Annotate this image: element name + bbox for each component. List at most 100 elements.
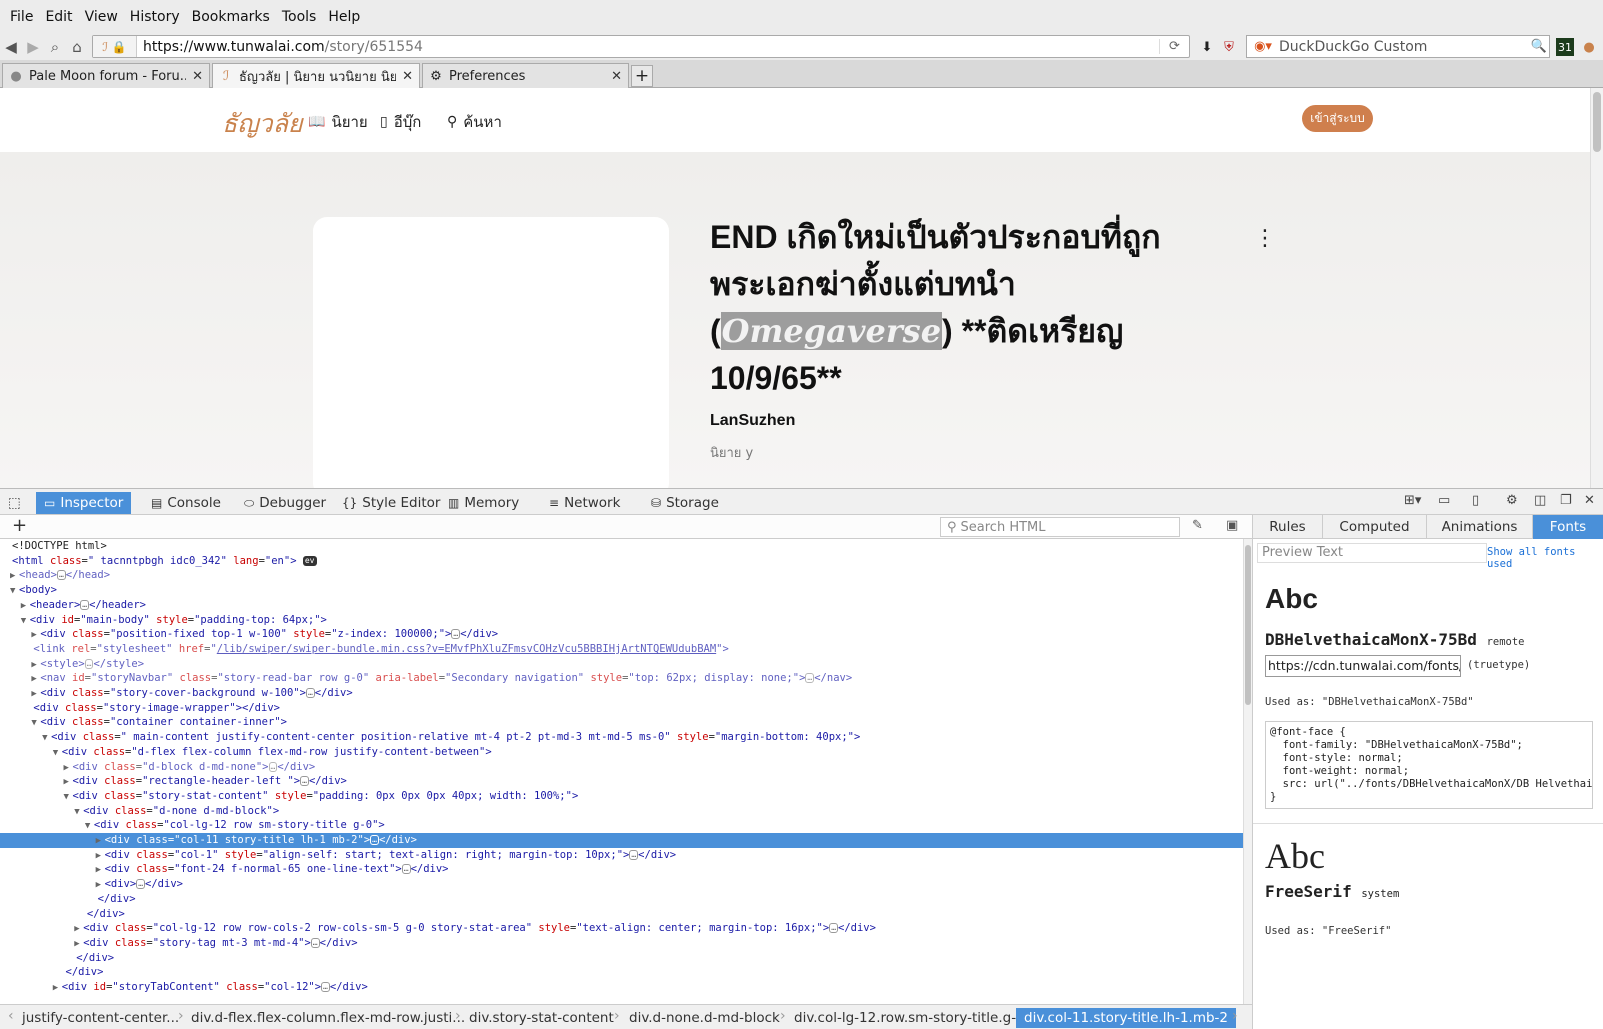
tab-rules[interactable]: Rules [1253,515,1323,539]
markup-node[interactable]: ▶ <div class="col-1" style="align-self: s… [0,848,1243,863]
tab-animations[interactable]: Animations [1427,515,1533,539]
tab-memory[interactable]: ▥ Memory [448,492,519,514]
markup-node[interactable]: ▼ <div class="container container-inner"> [0,715,1243,730]
twisty-icon[interactable]: ▶ [53,981,62,996]
markup-node[interactable]: ▼ <div class="d-flex flex-column flex-md-… [0,745,1243,760]
home-icon[interactable]: ⌂ [66,36,88,58]
layout-select-icon[interactable]: ⊞▾ [1404,493,1421,508]
responsive-design-icon[interactable]: ▯ [1472,493,1479,508]
back-arrow-icon[interactable]: ◀ [0,36,22,58]
tab-console[interactable]: ▤ Console [151,492,221,514]
markup-node[interactable]: <html class=" tacnntpbgh idc0_342" lang=… [0,554,1243,569]
tab-inspector[interactable]: ▭ Inspector [36,492,132,514]
close-icon[interactable]: ✕ [402,69,413,84]
tab-tunwalai[interactable]: ℐ ธัญวลัย | นิยาย นวนิยาย นิยา... ✕ [212,63,420,88]
show-all-fonts-link[interactable]: Show all fonts used [1487,546,1603,570]
new-tab-button[interactable]: + [631,65,653,87]
search-bar[interactable]: ◉▾ DuckDuckGo Custom 🔍 [1246,35,1550,58]
menu-tools[interactable]: Tools [276,9,323,25]
markup-node[interactable]: ▼ <div class="col-lg-12 row sm-story-titl… [0,818,1243,833]
breadcrumb-item[interactable]: justify-content-center... [22,1008,179,1028]
settings-gear-icon[interactable]: ⚙ [1506,493,1518,508]
page-scrollbar[interactable] [1590,88,1603,488]
login-button[interactable]: เข้าสู่ระบบ [1302,105,1373,132]
site-identity-button[interactable]: ℐ 🔒 [93,36,137,57]
scrollbar-thumb[interactable] [1245,545,1251,705]
markup-node[interactable]: ▼ <div class="d-none d-md-block"> [0,804,1243,819]
close-icon[interactable]: ✕ [192,69,203,84]
markup-node[interactable]: <!DOCTYPE html> [0,539,1243,554]
story-author[interactable]: LanSuzhen [710,412,795,430]
reload-icon[interactable]: ⟳ [1159,39,1189,54]
font-url-field[interactable]: https://cdn.tunwalai.com/fonts/ [1265,655,1461,677]
tab-debugger[interactable]: ⬭ Debugger [244,492,326,514]
addon-icon[interactable]: ⛨ [1218,36,1240,58]
breadcrumb-item[interactable]: div.col-lg-12.row.sm-story-title.g-0 [794,1008,1025,1028]
breadcrumb-item[interactable]: div.d-none.d-md-block [629,1008,780,1028]
close-icon[interactable]: ✕ [611,69,622,84]
url-bar[interactable]: ℐ 🔒 https://www.tunwalai.com/story/65155… [92,35,1190,58]
markup-node[interactable]: ▶ <div class="d-block d-md-none">… </div> [0,760,1243,775]
markup-node[interactable]: ▼ <body> [0,583,1243,598]
markup-view[interactable]: <!DOCTYPE html> <html class=" tacnntpbgh … [0,539,1243,1004]
search-html-input[interactable]: ⚲ Search HTML [940,517,1180,537]
eyedropper-icon[interactable]: ✎ [1192,518,1203,533]
site-logo[interactable]: ธัญวลัย [222,104,303,144]
nav-novel[interactable]: 📖 นิยาย [308,110,368,134]
url-text[interactable]: https://www.tunwalai.com/story/651554 [137,39,1159,55]
markup-node[interactable]: ▶ <nav id="storyNavbar" class="story-read… [0,671,1243,686]
menu-help[interactable]: Help [322,9,366,25]
tab-preferences[interactable]: ⚙ Preferences ✕ [422,63,629,88]
tab-network[interactable]: ≡ Network [549,492,620,514]
markup-node[interactable]: ▶ <header>… </header> [0,598,1243,613]
breadcrumb-item-selected[interactable]: div.col-11.story-title.lh-1.mb-2 [1016,1008,1237,1028]
menu-file[interactable]: File [4,9,39,25]
markup-node[interactable]: ▶ <div class="font-24 f-normal-65 one-lin… [0,862,1243,877]
markup-node[interactable]: ▼ <div class="story-stat-content" style="… [0,789,1243,804]
markup-node[interactable]: ▶ <div>… </div> [0,877,1243,892]
tab-computed[interactable]: Computed [1323,515,1427,539]
search-icon[interactable]: 🔍 [1529,39,1549,54]
tab-palemoon-forum[interactable]: ● Pale Moon forum - Foru... ✕ [2,63,210,88]
nav-search[interactable]: ⚲ ค้นหา [447,110,502,134]
toggle-sidebar-icon[interactable]: ▣ [1226,518,1238,533]
markup-node[interactable]: </div> [0,892,1243,907]
close-devtools-icon[interactable]: ✕ [1584,493,1595,508]
tab-fonts[interactable]: Fonts [1533,515,1603,539]
menu-edit[interactable]: Edit [39,9,78,25]
menu-view[interactable]: View [79,9,124,25]
markup-node[interactable]: </div> [0,951,1243,966]
markup-node[interactable]: ▼ <div id="main-body" style="padding-top:… [0,613,1243,628]
tab-storage[interactable]: ⛁ Storage [651,492,719,514]
markup-node[interactable]: ▶ <div class="story-cover-background w-10… [0,686,1243,701]
markup-node[interactable]: ▶ <div id="storyTabContent" class="col-12… [0,980,1243,995]
markup-node[interactable]: ▶ <div class="position-fixed top-1 w-100"… [0,627,1243,642]
markup-node[interactable]: ▶ <div class="rectangle-header-left ">… </… [0,774,1243,789]
chevron-right-icon[interactable]: › [1232,1008,1238,1024]
find-page-icon[interactable]: ⌕ [44,36,66,58]
more-options-icon[interactable]: ⋮ [1254,226,1276,251]
dock-side-icon[interactable]: ◫ [1534,493,1546,508]
markup-node[interactable]: </div> [0,907,1243,922]
download-icon[interactable]: ⬇ [1196,36,1218,58]
element-picker-icon[interactable]: ⬚ [8,492,21,514]
split-console-icon[interactable]: ▭ [1438,493,1450,508]
markup-node[interactable]: ▶ <head>… </head> [0,568,1243,583]
cookie-icon[interactable]: ● [1578,36,1600,58]
chevron-left-icon[interactable]: ‹ [8,1008,14,1024]
search-engine-icon[interactable]: ◉▾ [1247,39,1279,54]
forward-arrow-icon[interactable]: ▶ [22,36,44,58]
markup-node[interactable]: <div class="story-image-wrapper"></div> [0,701,1243,716]
markup-node[interactable]: ▶ <div class="story-tag mt-3 mt-md-4">… </… [0,936,1243,951]
preview-text-input[interactable]: Preview Text [1257,543,1487,563]
breadcrumb-item[interactable]: div.story-stat-content [469,1008,614,1028]
markup-node[interactable]: ▶ <div class="col-lg-12 row row-cols-2 ro… [0,921,1243,936]
menu-bookmarks[interactable]: Bookmarks [186,9,276,25]
tab-style-editor[interactable]: {} Style Editor [342,492,440,514]
markup-node[interactable]: <link rel="stylesheet" href="/lib/swiper… [0,642,1243,657]
calendar-icon[interactable]: 31 [1556,38,1574,56]
markup-scrollbar[interactable] [1243,539,1252,1004]
add-node-icon[interactable]: + [12,515,27,536]
markup-node[interactable]: ▼ <div class=" main-content justify-conte… [0,730,1243,745]
story-genre[interactable]: นิยาย y [710,442,753,463]
